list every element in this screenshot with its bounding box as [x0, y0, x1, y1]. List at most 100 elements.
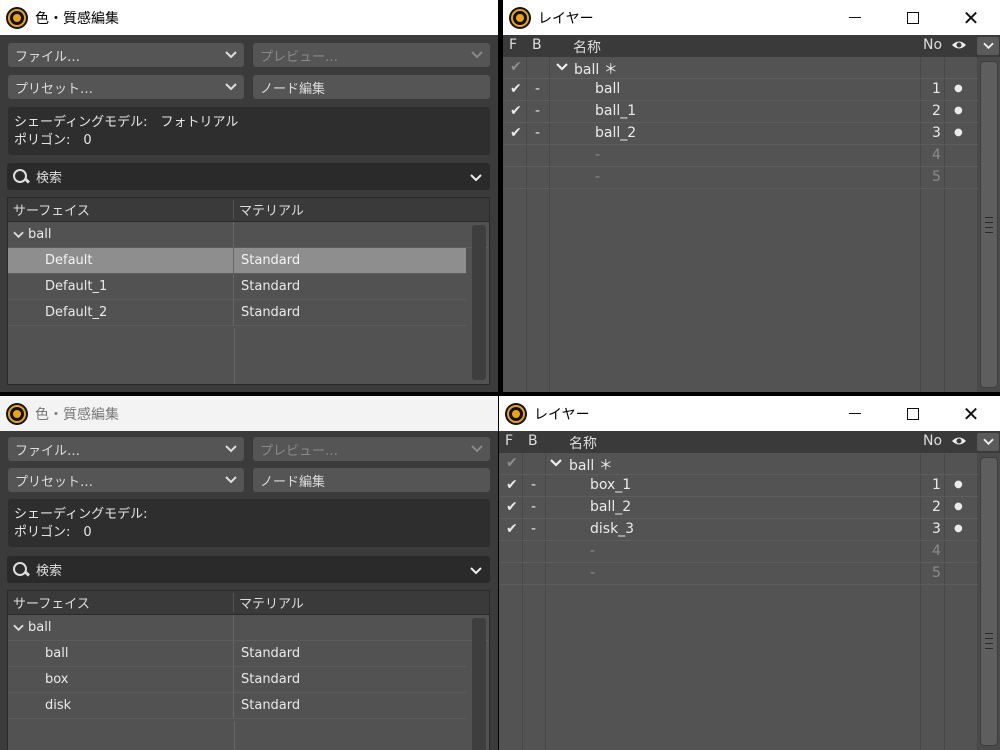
check-icon[interactable]: ✔	[506, 521, 518, 537]
maximize-button[interactable]	[884, 396, 942, 431]
node-edit-button[interactable]: ノード編集	[253, 75, 490, 99]
b-dash[interactable]: -	[531, 477, 536, 493]
title-bar[interactable]: レイヤー ✕	[499, 396, 1000, 431]
b-dash[interactable]: -	[535, 125, 540, 141]
column-header-b[interactable]: B	[532, 37, 542, 53]
layer-row[interactable]: ✔ - ball 1 ●	[503, 79, 978, 101]
visible-dot-icon[interactable]: ●	[954, 479, 963, 490]
check-icon[interactable]: ✔	[506, 499, 518, 515]
b-dash[interactable]: -	[531, 499, 536, 515]
layer-row[interactable]: - 4	[499, 541, 978, 563]
chevron-down-icon[interactable]	[470, 564, 482, 579]
layer-row[interactable]: ✔ - ball_1 2 ●	[503, 101, 978, 123]
search-bar[interactable]: 検索	[7, 556, 490, 583]
column-header-material[interactable]: マテリアル	[234, 200, 304, 219]
column-header-surface[interactable]: サーフェイス	[8, 593, 234, 612]
column-header-material[interactable]: マテリアル	[234, 593, 304, 612]
title-bar[interactable]: 色・質感編集	[0, 0, 498, 35]
file-menu-label: ファイル…	[15, 443, 81, 459]
visible-dot-icon[interactable]: ●	[954, 523, 963, 534]
maximize-icon	[907, 11, 919, 24]
column-header-f[interactable]: F	[505, 433, 513, 449]
polygon-count-text: ポリゴン: 0	[14, 133, 92, 148]
chevron-down-icon[interactable]	[977, 433, 999, 451]
preset-dropdown[interactable]: プリセット…	[8, 75, 244, 99]
b-dash[interactable]: -	[535, 81, 540, 97]
node-edit-button[interactable]: ノード編集	[253, 468, 490, 492]
check-icon[interactable]: ✔	[510, 125, 522, 141]
table-row[interactable]: Default Standard	[8, 248, 466, 274]
minimize-button[interactable]	[826, 396, 884, 431]
search-bar[interactable]: 検索	[7, 163, 490, 190]
visible-dot-icon[interactable]: ●	[954, 105, 963, 116]
preview-dropdown[interactable]: プレビュー…	[253, 437, 490, 461]
column-divider	[234, 721, 235, 750]
layer-row[interactable]: - 4	[503, 145, 978, 167]
chevron-down-icon[interactable]	[13, 231, 24, 239]
close-button[interactable]: ✕	[942, 396, 1000, 431]
chevron-down-icon[interactable]	[556, 60, 568, 76]
visible-dot-icon[interactable]: ●	[954, 501, 963, 512]
file-menu-dropdown[interactable]: ファイル…	[8, 437, 244, 461]
layer-row[interactable]: ✔ - ball_2 2 ●	[499, 497, 978, 519]
column-header-no[interactable]: No	[923, 37, 942, 53]
surface-cell: disk	[8, 693, 234, 718]
b-dash[interactable]: -	[531, 521, 536, 537]
preset-label: プリセット…	[15, 474, 94, 490]
material-cell: Standard	[241, 698, 301, 713]
table-row[interactable]: disk Standard	[8, 693, 466, 719]
title-bar[interactable]: レイヤー ✕	[503, 0, 1000, 35]
chevron-down-icon[interactable]	[977, 37, 999, 55]
group-label: ball ＊	[574, 62, 618, 78]
layer-row[interactable]: ✔ - disk_3 3 ●	[499, 519, 978, 541]
chevron-down-icon[interactable]	[550, 456, 562, 472]
layer-group-row[interactable]: ✔ ball ＊	[499, 453, 978, 475]
check-icon[interactable]: ✔	[506, 455, 518, 471]
vertical-scrollbar[interactable]	[472, 225, 486, 380]
table-row[interactable]: Default_1 Standard	[8, 274, 466, 300]
column-header-surface[interactable]: サーフェイス	[8, 200, 234, 219]
layer-group-row[interactable]: ✔ ball ＊	[503, 57, 978, 79]
column-header-f[interactable]: F	[509, 37, 517, 53]
eye-icon[interactable]	[951, 431, 967, 455]
surface-cell: Default_1	[8, 274, 234, 299]
column-header-name[interactable]: 名称	[569, 433, 597, 453]
scrollbar-thumb[interactable]	[980, 61, 998, 388]
check-icon[interactable]: ✔	[506, 477, 518, 493]
visible-dot-icon[interactable]: ●	[954, 127, 963, 138]
b-dash[interactable]: -	[535, 103, 540, 119]
layer-row[interactable]: ✔ - ball_2 3 ●	[503, 123, 978, 145]
table-row[interactable]: ball Standard	[8, 641, 466, 667]
table-row[interactable]: box Standard	[8, 667, 466, 693]
file-menu-dropdown[interactable]: ファイル…	[8, 43, 244, 67]
eye-icon[interactable]	[951, 35, 967, 59]
search-input[interactable]: 検索	[36, 167, 62, 186]
vertical-scrollbar[interactable]	[472, 618, 486, 750]
minimize-button[interactable]	[826, 0, 884, 35]
table-row[interactable]: Default_2 Standard	[8, 300, 466, 326]
vertical-scrollbar[interactable]	[978, 57, 1000, 392]
preset-dropdown[interactable]: プリセット…	[8, 468, 244, 492]
column-header-no[interactable]: No	[923, 433, 942, 449]
close-button[interactable]: ✕	[942, 0, 1000, 35]
preview-dropdown[interactable]: プレビュー…	[253, 43, 490, 67]
title-bar[interactable]: 色・質感編集	[0, 396, 498, 431]
chevron-down-icon[interactable]	[13, 624, 24, 632]
visible-dot-icon[interactable]: ●	[954, 83, 963, 94]
vertical-scrollbar[interactable]	[978, 453, 1000, 750]
check-icon[interactable]: ✔	[510, 103, 522, 119]
check-icon[interactable]: ✔	[510, 81, 522, 97]
layer-row[interactable]: - 5	[503, 167, 978, 189]
column-header-b[interactable]: B	[528, 433, 538, 449]
group-label: ball	[28, 620, 52, 635]
chevron-down-icon[interactable]	[470, 171, 482, 186]
layer-row[interactable]: - 5	[499, 563, 978, 585]
search-input[interactable]: 検索	[36, 560, 62, 579]
maximize-button[interactable]	[884, 0, 942, 35]
check-icon[interactable]: ✔	[510, 59, 522, 75]
table-group-row[interactable]: ball	[8, 615, 489, 641]
table-group-row[interactable]: ball	[8, 222, 489, 248]
column-header-name[interactable]: 名称	[573, 37, 601, 57]
scrollbar-thumb[interactable]	[980, 457, 998, 746]
layer-row[interactable]: ✔ - box_1 1 ●	[499, 475, 978, 497]
